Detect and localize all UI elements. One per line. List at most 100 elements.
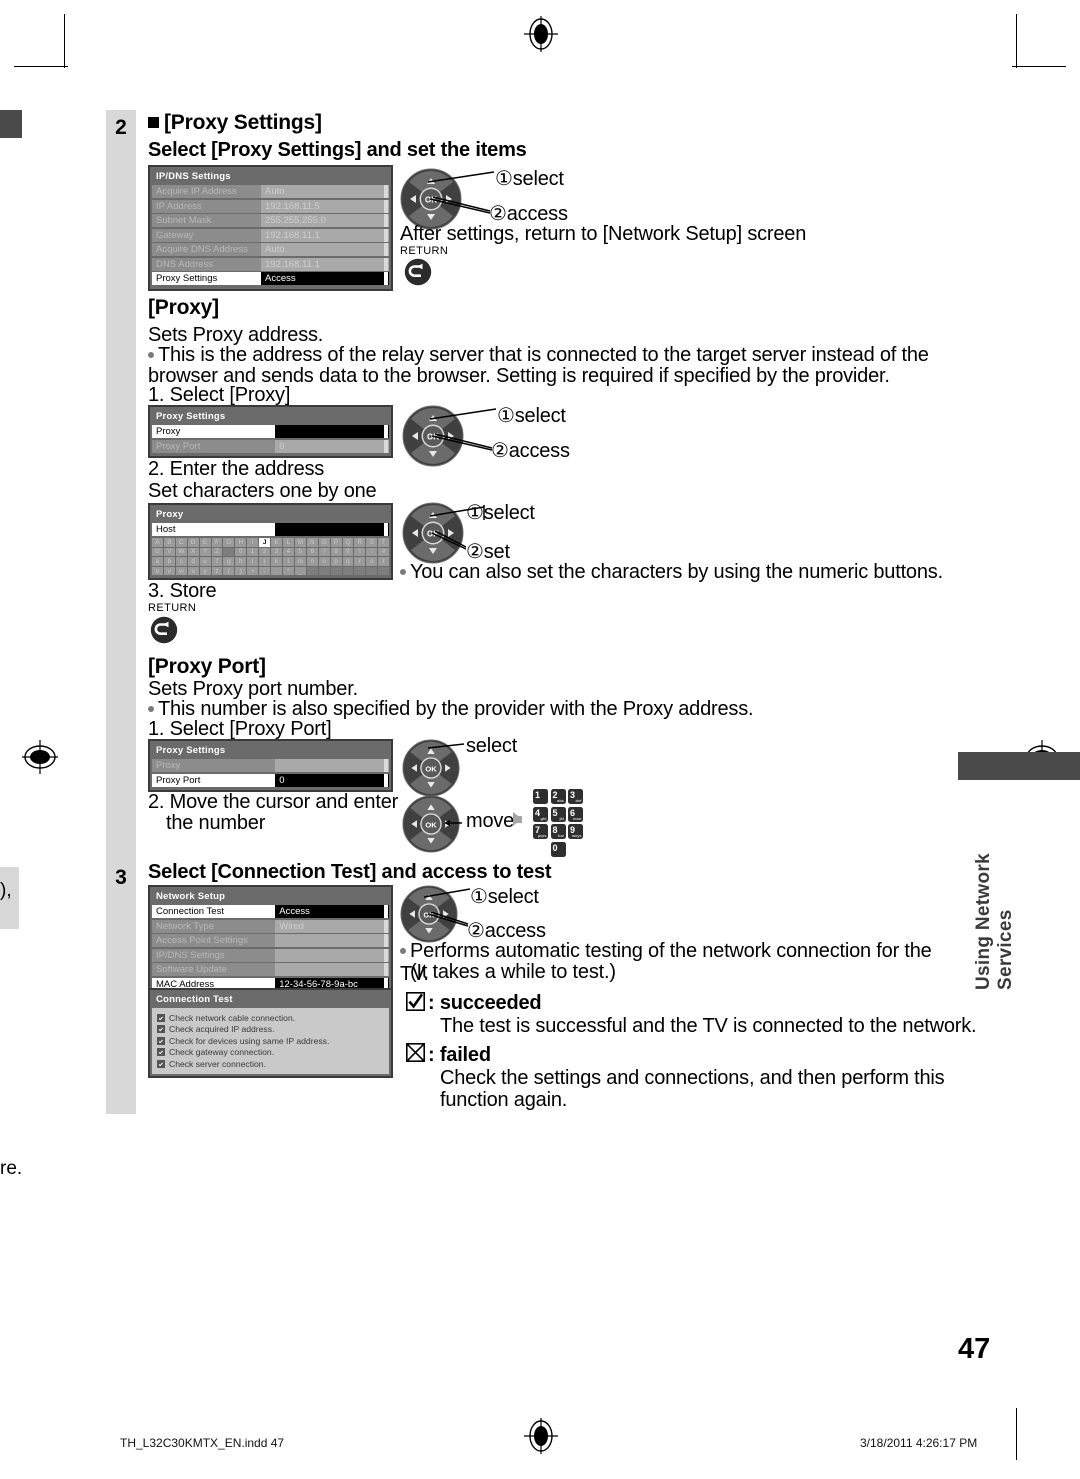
keyboard-key[interactable]: 1 (247, 547, 259, 557)
keyboard-key[interactable]: j (259, 557, 271, 566)
keyboard-key[interactable]: o (318, 557, 330, 566)
keyboard-key[interactable]: s (366, 557, 378, 566)
keyboard-key[interactable]: H (235, 538, 247, 547)
keyboard-key[interactable]: b (163, 557, 175, 566)
keyboard-key[interactable]: t (378, 557, 390, 566)
keypad-key-3[interactable]: 3 def (568, 789, 583, 804)
return-icon-step2[interactable] (404, 258, 432, 286)
keyboard-key[interactable]: - (259, 566, 271, 576)
keyboard-key[interactable]: I (247, 538, 259, 547)
osd-row[interactable]: Proxy Port 0 (152, 439, 389, 453)
keyboard-key[interactable]: T (378, 538, 390, 547)
keyboard-key[interactable]: # (378, 547, 390, 557)
keyboard-key[interactable]: . (271, 566, 282, 576)
keypad-key-7[interactable]: 7 pqrs (533, 824, 548, 839)
keyboard-key[interactable]: V (163, 547, 175, 557)
osd-row[interactable]: Acquire IP Address Auto (152, 185, 389, 198)
keyboard-key[interactable]: f (211, 557, 223, 566)
keyboard-key[interactable]: z (211, 566, 223, 576)
keyboard-key[interactable]: 5 (294, 547, 306, 557)
keyboard-key[interactable]: y (199, 566, 211, 576)
osd-row[interactable]: Proxy Settings Access (152, 272, 389, 285)
keyboard-key[interactable]: e (199, 557, 211, 566)
keyboard-key[interactable]: _ (294, 566, 306, 576)
keyboard-key[interactable]: E (199, 538, 211, 547)
numeric-keypad[interactable]: 1 2 abc 3 def 4 ghi 5 jkl 6 mno 7 pqrs 8 tuv 9 wxyz 0 (533, 789, 583, 859)
keyboard-key[interactable]: 7 (318, 547, 330, 557)
keyboard-key[interactable]: R (354, 538, 366, 547)
keyboard-key[interactable]: k (271, 557, 282, 566)
keyboard-key[interactable]: N (306, 538, 318, 547)
keyboard-key[interactable]: l (282, 557, 294, 566)
keyboard-key[interactable]: x (187, 566, 199, 576)
osd-row[interactable]: Software Update (152, 963, 389, 976)
keyboard-key[interactable]: g (223, 557, 235, 566)
keypad-key-9[interactable]: 9 wxyz (568, 824, 583, 839)
keyboard-key[interactable]: n (306, 557, 318, 566)
keyboard-key[interactable]: C (175, 538, 187, 547)
keypad-key-8[interactable]: 8 tuv (550, 824, 566, 839)
keyboard-key[interactable]: ! (354, 547, 366, 557)
osd-row[interactable]: Network Type Wired (152, 919, 389, 933)
osd-row[interactable]: DNS Address 192.168.11.1 (152, 257, 389, 271)
osd-row[interactable]: Proxy (152, 759, 389, 772)
keyboard-key[interactable]: : (366, 547, 378, 557)
keyboard-key[interactable]: Z (211, 547, 223, 557)
keyboard-key[interactable]: 3 (271, 547, 282, 557)
keypad-key-0[interactable]: 0 (550, 841, 566, 857)
keyboard-key[interactable]: q (342, 557, 354, 566)
keyboard-key[interactable]: D (187, 538, 199, 547)
keypad-key-6[interactable]: 6 mno (568, 806, 583, 822)
keyboard-key[interactable]: L (282, 538, 294, 547)
keyboard-key[interactable]: v (163, 566, 175, 576)
keyboard-key[interactable]: 6 (306, 547, 318, 557)
osd-row[interactable]: Subnet Mask 255.255.255.0 (152, 214, 389, 227)
keyboard-key[interactable]: F (211, 538, 223, 547)
keyboard-key[interactable]: Y (199, 547, 211, 557)
keyboard-key[interactable]: p (330, 557, 342, 566)
return-icon-proxy[interactable] (150, 616, 178, 644)
keyboard-key[interactable]: 2 (259, 547, 271, 557)
osd-row[interactable]: Proxy (152, 425, 389, 438)
keyboard-key[interactable]: O (318, 538, 330, 547)
keyboard-key[interactable]: h (235, 557, 247, 566)
host-input[interactable] (275, 523, 389, 536)
osd-row[interactable]: Connection Test Access (152, 905, 389, 918)
osd-row[interactable]: Gateway 192.168.11.1 (152, 228, 389, 242)
keyboard-key[interactable]: 8 (330, 547, 342, 557)
keyboard-key[interactable]: + (247, 566, 259, 576)
osd-row[interactable]: IP Address 192.168.11.5 (152, 199, 389, 213)
keyboard-key[interactable]: ) (235, 566, 247, 576)
keyboard-key[interactable]: 9 (342, 547, 354, 557)
keypad-key-4[interactable]: 4 ghi (533, 806, 548, 822)
keyboard-key[interactable]: X (187, 547, 199, 557)
keyboard-key[interactable]: u (152, 566, 163, 576)
keyboard-key[interactable]: S (366, 538, 378, 547)
keyboard-key[interactable]: a (152, 557, 163, 566)
keyboard-key[interactable]: m (294, 557, 306, 566)
keyboard-key[interactable]: A (152, 538, 163, 547)
keyboard-key[interactable]: d (187, 557, 199, 566)
keyboard-key[interactable]: i (247, 557, 259, 566)
keyboard-key[interactable]: M (294, 538, 306, 547)
keyboard-key[interactable]: 4 (282, 547, 294, 557)
keyboard-key[interactable]: * (282, 566, 294, 576)
keyboard-key[interactable]: J (259, 538, 271, 547)
keypad-key-5[interactable]: 5 jkl (550, 806, 566, 822)
osd-row[interactable]: Access Point Settings (152, 934, 389, 947)
osd-row[interactable]: Proxy Port 0 (152, 773, 389, 787)
keyboard-key[interactable]: c (175, 557, 187, 566)
osd-row[interactable]: Acquire DNS Address Auto (152, 243, 389, 256)
keyboard-key[interactable]: B (163, 538, 175, 547)
keypad-key-2[interactable]: 2 abc (550, 789, 566, 804)
keyboard-key[interactable]: P (330, 538, 342, 547)
keyboard-key[interactable]: Q (342, 538, 354, 547)
keyboard-key[interactable]: U (152, 547, 163, 557)
keyboard-key[interactable]: 0 (235, 547, 247, 557)
keyboard-key[interactable]: ( (223, 566, 235, 576)
keyboard-key[interactable]: W (175, 547, 187, 557)
keyboard-key[interactable]: K (271, 538, 282, 547)
osd-row[interactable]: IP/DNS Settings (152, 948, 389, 962)
keyboard-key[interactable]: w (175, 566, 187, 576)
keyboard-key[interactable]: G (223, 538, 235, 547)
